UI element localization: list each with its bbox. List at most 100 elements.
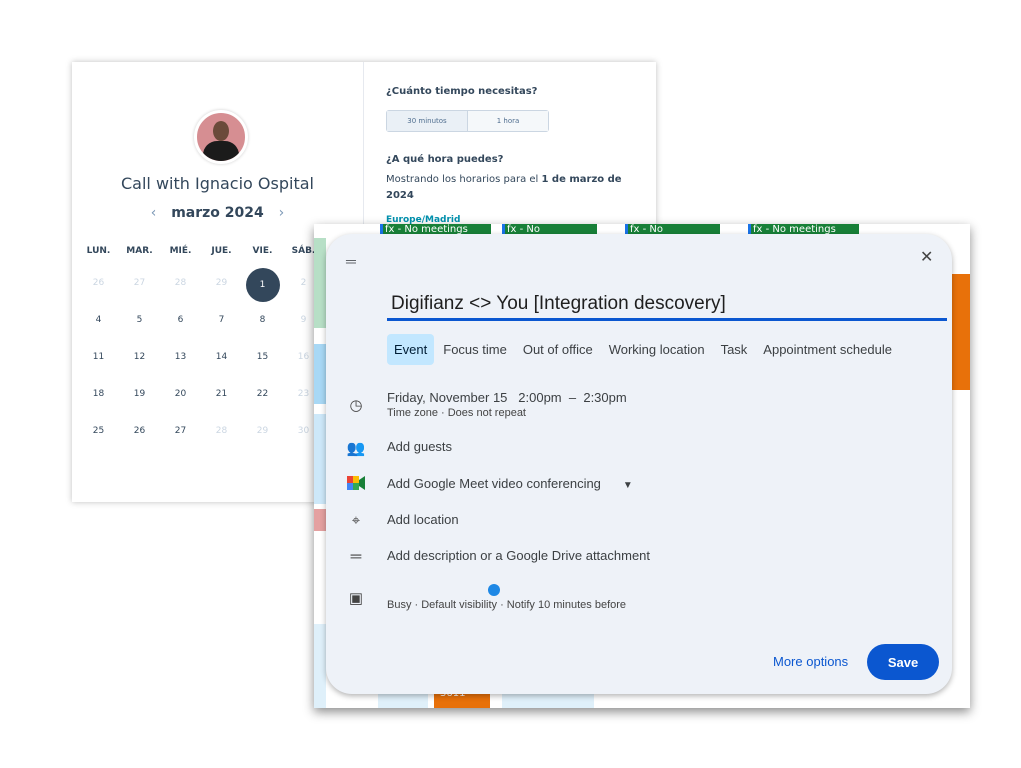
- clock-icon: ◷: [349, 397, 363, 414]
- duration-question: ¿Cuánto tiempo necesitas?: [386, 86, 538, 97]
- description-icon: ═: [350, 548, 362, 565]
- day-number: 26: [133, 426, 146, 436]
- calendar-day: 26: [78, 268, 119, 305]
- weekday-header: MIÉ.: [169, 246, 192, 256]
- day-number: 20: [174, 389, 187, 399]
- tab-working-location[interactable]: Working location: [602, 334, 712, 365]
- calendar-day[interactable]: 26: [119, 416, 160, 453]
- event-title-input[interactable]: [387, 290, 947, 321]
- calendar-day[interactable]: 4: [78, 305, 119, 342]
- date-picker: LUN. MAR. MIÉ. JUE. VIE. SÁB. 26 27 28 29 1 2 4 5 6 7 8 9…: [78, 246, 324, 453]
- people-icon: 👥: [346, 440, 366, 457]
- calendar-day[interactable]: 5: [119, 305, 160, 342]
- day-number: 5: [136, 315, 143, 325]
- day-number: 12: [133, 352, 146, 362]
- day-number: 14: [215, 352, 228, 362]
- month-label: marzo 2024: [171, 205, 264, 221]
- calendar-day: 28: [201, 416, 242, 453]
- calendar-day[interactable]: 12: [119, 342, 160, 379]
- tab-focus-time[interactable]: Focus time: [436, 334, 514, 365]
- day-number: 11: [92, 352, 105, 362]
- date-field[interactable]: Friday, November 15: [387, 390, 507, 405]
- time-subtext[interactable]: Time zone · Does not repeat: [387, 407, 627, 419]
- calendar-day[interactable]: 20: [160, 379, 201, 416]
- day-number: 28: [174, 278, 187, 288]
- calendar-day: 29: [242, 416, 283, 453]
- calendar-icon: ▣: [348, 590, 364, 607]
- calendar-day: 28: [160, 268, 201, 305]
- calendar-day[interactable]: 8: [242, 305, 283, 342]
- duration-selector: 30 minutos 1 hora: [386, 110, 549, 132]
- calendar-day[interactable]: 21: [201, 379, 242, 416]
- add-location-label: Add location: [387, 512, 459, 527]
- description-label: Add description or a Google Drive attach…: [387, 548, 651, 563]
- event-block[interactable]: [314, 509, 326, 531]
- day-number: 4: [95, 315, 102, 325]
- day-number: 30: [297, 426, 310, 436]
- calendar-color-dot[interactable]: [488, 584, 500, 596]
- event-block[interactable]: [314, 344, 326, 404]
- start-time-field[interactable]: 2:00pm: [518, 390, 561, 405]
- end-time-field[interactable]: 2:30pm: [583, 390, 626, 405]
- weekday-header: LUN.: [86, 246, 111, 256]
- calendar-day[interactable]: 19: [119, 379, 160, 416]
- event-block[interactable]: [314, 414, 326, 504]
- day-number: 16: [297, 352, 310, 362]
- day-number: 22: [256, 389, 269, 399]
- event-block[interactable]: [314, 238, 326, 328]
- calendar-day[interactable]: 14: [201, 342, 242, 379]
- weekday-header: JUE.: [211, 246, 232, 256]
- meeting-title: Call with Ignacio Ospital: [121, 174, 314, 193]
- event-quick-create-dialog: ═ ✕ Event Focus time Out of office Worki…: [326, 234, 952, 694]
- calendar-day[interactable]: 15: [242, 342, 283, 379]
- selected-day[interactable]: 1: [242, 268, 283, 305]
- calendar-day[interactable]: 25: [78, 416, 119, 453]
- showing-prefix: Mostrando los horarios para el: [386, 174, 542, 185]
- drag-handle-icon[interactable]: ═: [346, 253, 358, 269]
- avatar: [194, 110, 248, 164]
- event-block[interactable]: [314, 624, 326, 708]
- day-number: 8: [259, 315, 266, 325]
- calendar-day[interactable]: 18: [78, 379, 119, 416]
- day-number: 29: [256, 426, 269, 436]
- next-month-button[interactable]: ›: [279, 205, 285, 221]
- calendar-day[interactable]: 13: [160, 342, 201, 379]
- duration-30-option[interactable]: 30 minutos: [387, 111, 468, 131]
- tab-task[interactable]: Task: [714, 334, 755, 365]
- event-type-tabs: Event Focus time Out of office Working l…: [387, 334, 901, 365]
- day-number: 9: [300, 315, 307, 325]
- tab-appointment-schedule[interactable]: Appointment schedule: [756, 334, 899, 365]
- calendar-day[interactable]: 27: [160, 416, 201, 453]
- calendar-day[interactable]: 7: [201, 305, 242, 342]
- save-button[interactable]: Save: [867, 644, 939, 680]
- status-subtext: Busy · Default visibility · Notify 10 mi…: [387, 599, 627, 611]
- day-number: 15: [256, 352, 269, 362]
- day-number: 29: [215, 278, 228, 288]
- time-dash: –: [568, 390, 577, 405]
- google-meet-label: Add Google Meet video conferencing: [387, 476, 601, 491]
- calendar-day[interactable]: 6: [160, 305, 201, 342]
- more-options-button[interactable]: More options: [773, 654, 848, 669]
- calendar-day[interactable]: 22: [242, 379, 283, 416]
- close-icon[interactable]: ✕: [920, 247, 933, 267]
- tab-event[interactable]: Event: [387, 334, 435, 365]
- calendar-day[interactable]: 11: [78, 342, 119, 379]
- day-number: 26: [92, 278, 105, 288]
- day-number: 19: [133, 389, 146, 399]
- event-block[interactable]: [952, 274, 970, 390]
- day-number: 27: [174, 426, 187, 436]
- weekday-header: MAR.: [126, 246, 153, 256]
- time-question: ¿A qué hora puedes?: [386, 154, 504, 165]
- tab-out-of-office[interactable]: Out of office: [516, 334, 600, 365]
- prev-month-button[interactable]: ‹: [151, 205, 157, 221]
- showing-text: Mostrando los horarios para el 1 de marz…: [386, 172, 636, 204]
- duration-60-option[interactable]: 1 hora: [468, 111, 548, 131]
- day-number: 27: [133, 278, 146, 288]
- day-number: 1: [245, 268, 280, 302]
- calendar-day: 29: [201, 268, 242, 305]
- day-number: 6: [177, 315, 184, 325]
- meet-dropdown-icon[interactable]: ▼: [623, 480, 633, 491]
- calendar-day: 27: [119, 268, 160, 305]
- day-number: 23: [297, 389, 310, 399]
- weekday-header: VIE.: [252, 246, 273, 256]
